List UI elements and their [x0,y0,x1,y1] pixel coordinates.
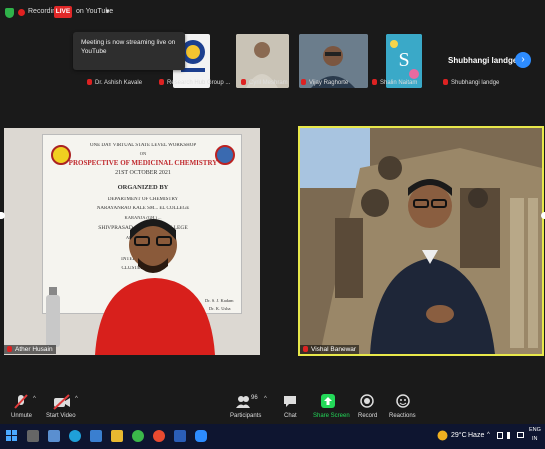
tile-name-right: Vishal Banewar [300,345,360,354]
college-logo-icon [215,145,235,165]
banner-text: ORGANIZED BY [117,184,169,191]
task-view-icon[interactable] [27,430,39,442]
chevron-up-icon[interactable]: ^ [33,396,36,402]
chevron-down-icon[interactable]: ▾ [106,8,109,15]
share-screen-icon[interactable] [321,394,335,408]
banner-text: 21ST OCTOBER 2021 [115,170,171,176]
temperature: 29°C [451,432,467,439]
participant-name: Cyril Meshram [249,80,288,86]
live-badge[interactable]: LIVE [54,6,72,18]
file-explorer-icon[interactable] [111,430,123,442]
security-shield-icon[interactable] [5,8,14,18]
thumbnail-label: Shubhangi landge [443,79,499,86]
thumbnail-label: Research Hub Group ... [159,79,230,86]
language-indicator[interactable]: ENG [529,427,541,433]
video-tile-right-active[interactable] [298,126,544,356]
mic-off-icon [241,79,246,85]
svg-text:S: S [398,49,409,71]
reactions-icon[interactable] [396,394,410,408]
share-screen-button[interactable]: Share Screen [313,413,350,419]
recording-icon [18,9,25,16]
participants-count: 96 [251,395,258,401]
participant-name: Vijay Raghorte [309,80,349,86]
reactions-button[interactable]: Reactions [389,413,416,419]
banner-heading: PROSPECTIVE OF MEDICINAL CHEMISTRY [68,159,218,167]
widgets-icon[interactable] [48,430,60,442]
word-icon[interactable] [174,430,186,442]
chevron-up-icon[interactable]: ^ [264,396,267,402]
participants-icon[interactable] [236,394,250,408]
building-background-icon [300,128,542,354]
participant-name: Shubhangi landge [451,80,500,86]
chevron-up-icon[interactable]: ^ [487,432,490,438]
store-icon[interactable] [90,430,102,442]
banner-text: ONE DAY VIRTUAL STATE LEVEL WORKSHOP [89,143,197,148]
thumbnail-label: Vijay Raghorte [301,79,348,86]
weather-haze-icon [437,430,448,441]
windows-start-icon[interactable] [6,430,18,442]
edge-browser-icon[interactable] [69,430,81,442]
chat-button[interactable]: Chat [284,413,297,419]
network-icon[interactable] [497,432,503,439]
record-icon[interactable] [360,394,374,408]
meeting-toolbar [0,388,545,424]
panel-resize-handle[interactable] [541,212,545,219]
record-button[interactable]: Record [358,413,377,419]
mic-off-icon [159,79,164,85]
thumbnail-label: Cyril Meshram [241,79,288,86]
language-region[interactable]: IN [532,436,538,442]
video-off-icon[interactable] [53,394,71,410]
college-logo-icon [51,145,71,165]
mic-off-icon [372,79,377,85]
participant-name: Research Hub Group ... [167,80,231,86]
mic-off-icon [443,79,448,85]
chevron-up-icon[interactable]: ^ [75,396,78,402]
mic-off-icon [303,346,308,352]
thumbnail-label: Shalin Naitam [372,79,417,86]
participants-button[interactable]: Participants [230,413,261,419]
water-bottle-icon [46,287,60,347]
app-icon[interactable] [132,430,144,442]
banner-text: ON [139,151,147,156]
unmute-button[interactable]: Unmute [11,413,32,419]
weather-label: Haze [468,432,485,439]
participant-name: Vishal Banewar [311,346,357,353]
chrome-icon[interactable] [153,430,165,442]
streaming-tooltip: Meeting is now streaming live on YouTube [73,32,185,70]
speaker-person-icon [95,219,215,355]
thumbnail-name-large: Shubhangi landge [448,56,518,65]
mic-muted-icon[interactable] [13,394,29,410]
start-video-button[interactable]: Start Video [46,413,76,419]
participant-name: Dr. Ashish Kavale [95,80,143,86]
participant-name: Shalin Naitam [380,80,418,86]
thumbnail-label: Dr. Ashish Kavale [87,79,142,86]
chat-icon[interactable] [283,395,297,408]
mic-off-icon [7,346,12,352]
zoom-icon[interactable] [195,430,207,442]
mic-off-icon [301,79,306,85]
volume-icon[interactable] [507,432,514,439]
next-page-button[interactable]: › [515,52,531,68]
battery-icon[interactable] [517,432,524,438]
participant-name: Ather Husain [15,346,53,353]
mic-off-icon [87,79,92,85]
tile-name-left: Ather Husain [4,345,56,354]
